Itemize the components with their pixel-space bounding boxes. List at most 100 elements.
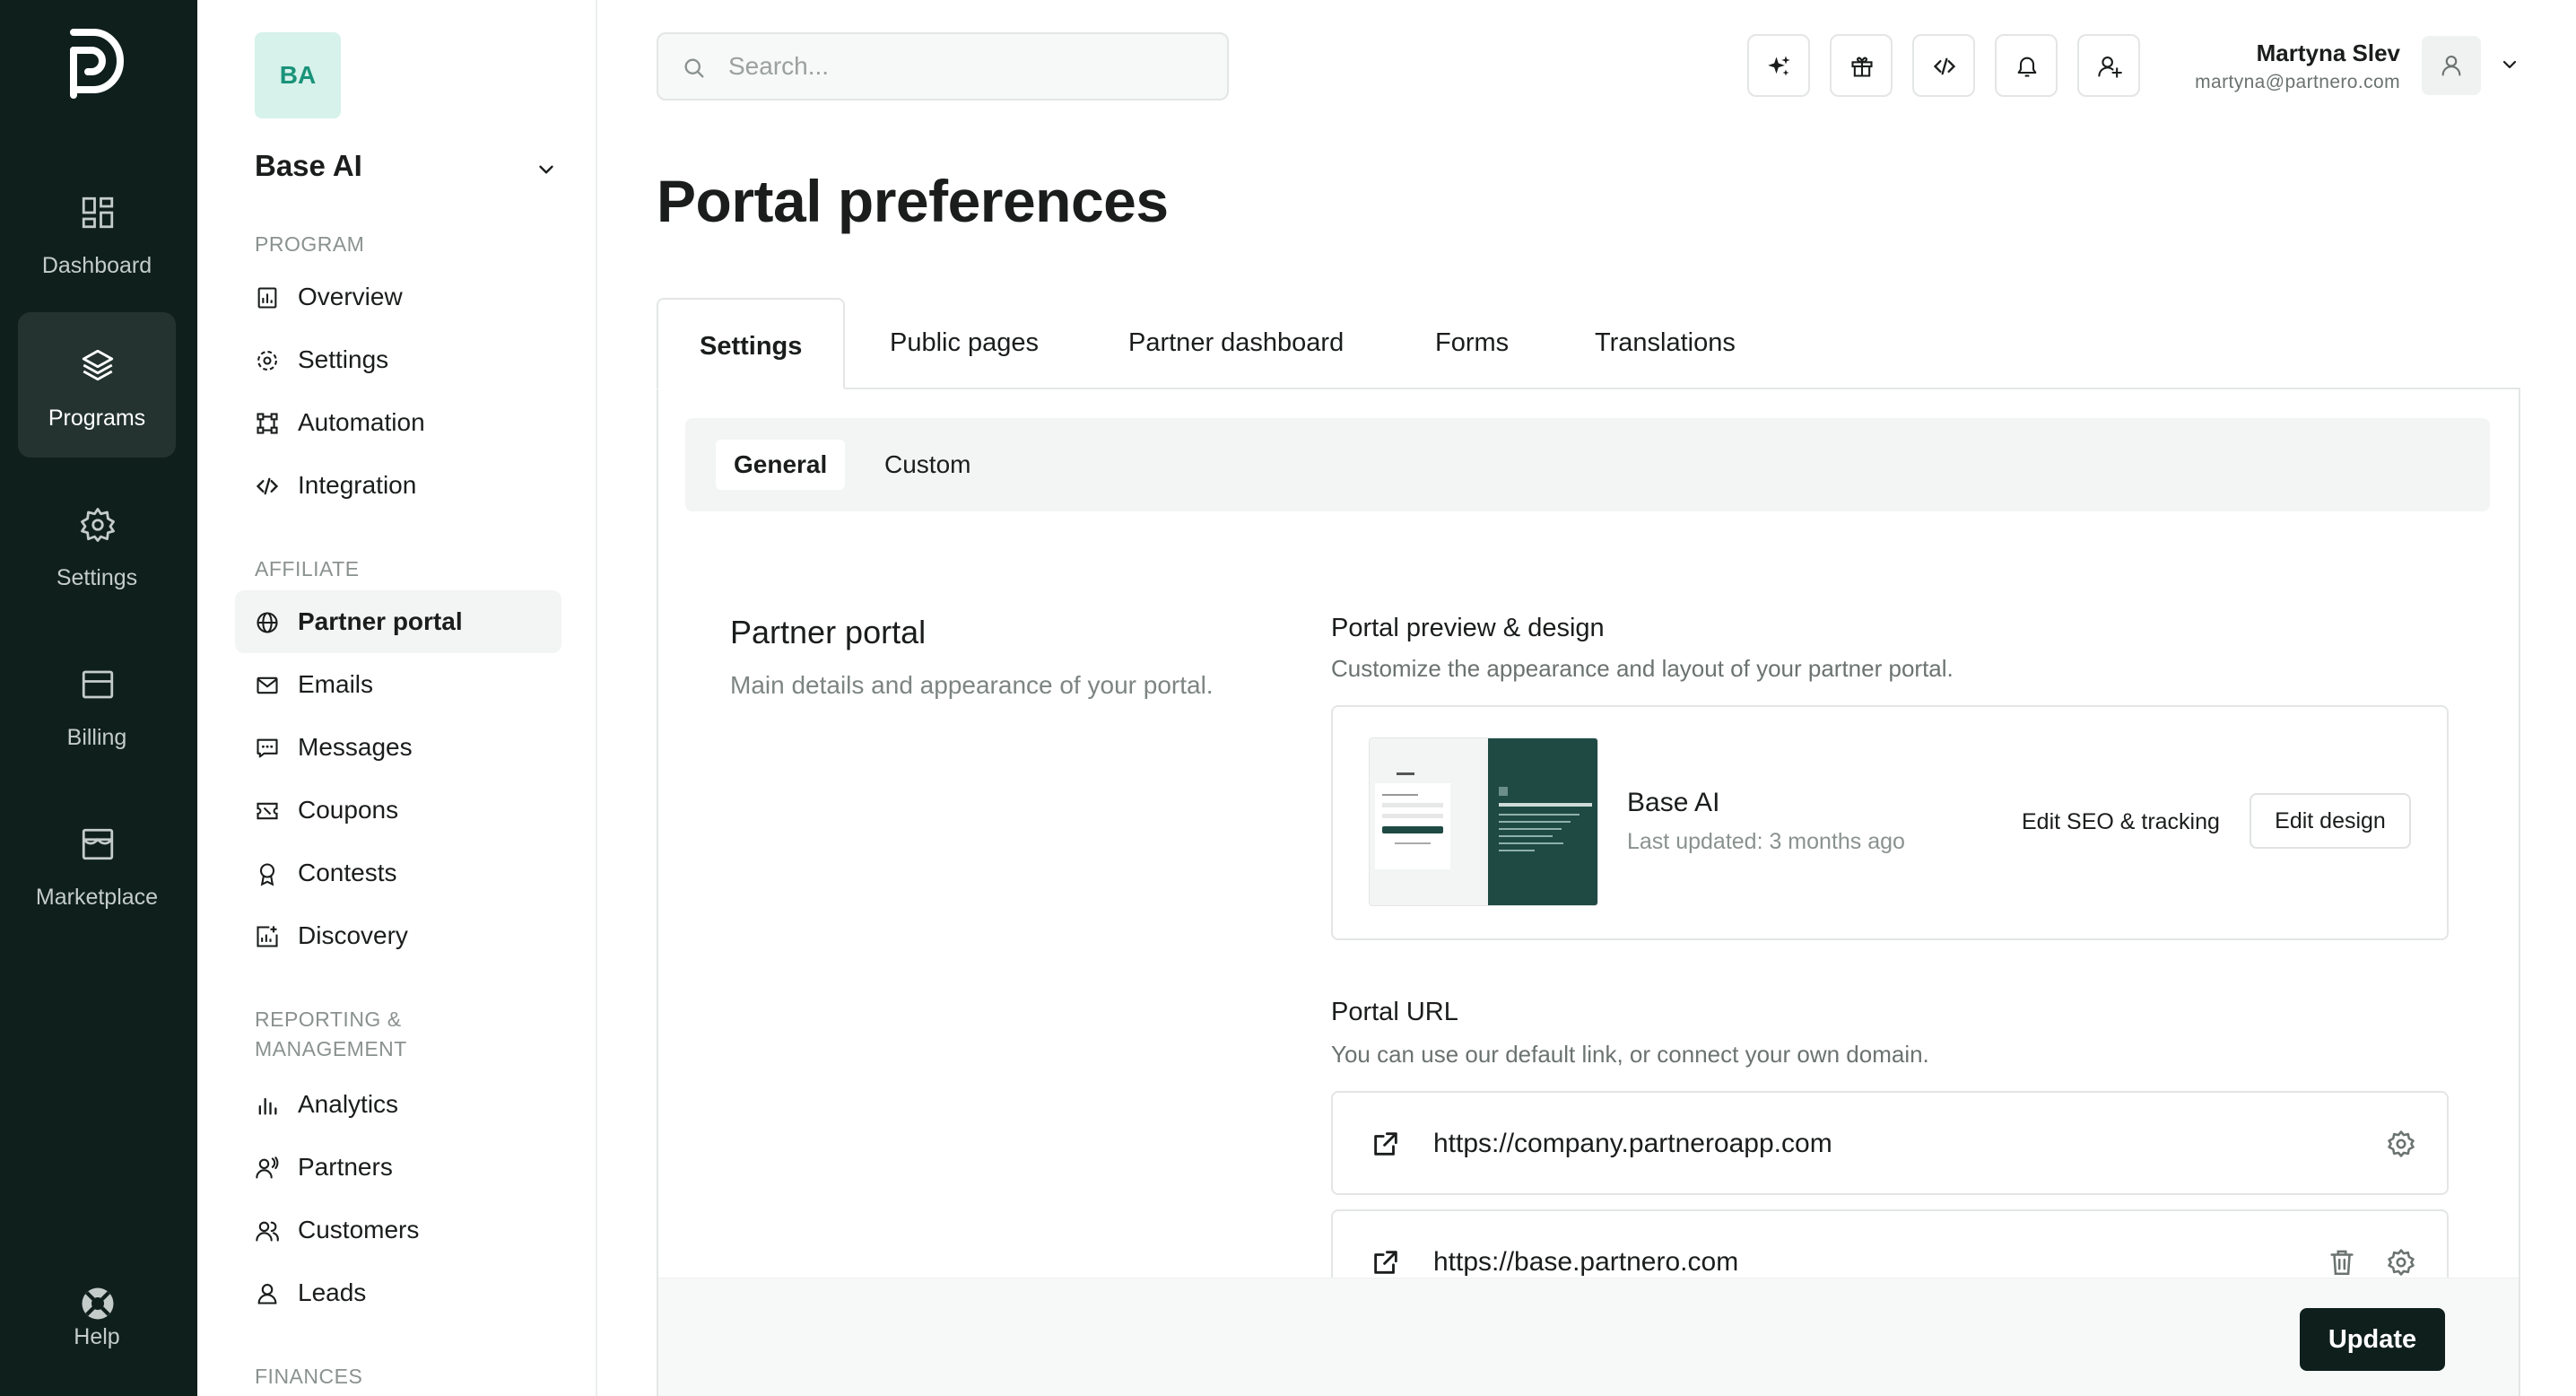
code-icon [255,474,280,499]
ai-assistant-button[interactable] [1747,34,1810,97]
sidebar-item-automation[interactable]: Automation [235,391,561,454]
tab-public-pages[interactable]: Public pages [849,298,1080,389]
sidebar-item-overview[interactable]: Overview [235,266,561,328]
rail-item-help[interactable]: Help [18,1251,176,1396]
portal-preview-thumbnail[interactable] [1369,737,1598,906]
app-rail: Dashboard Programs Settings Billing Mark… [0,0,197,1396]
subtab-custom[interactable]: Custom [866,440,988,490]
globe-icon [255,610,280,635]
tab-settings[interactable]: Settings [657,298,846,389]
gear-icon[interactable] [2386,1129,2416,1159]
search-input[interactable] [728,47,1195,86]
rail-item-label: Programs [48,406,146,431]
preview-description: Customize the appearance and layout of y… [1331,655,1954,682]
sparkles-icon [1768,56,1790,76]
rail-item-billing[interactable]: Billing [18,632,176,777]
search-box[interactable] [657,32,1229,100]
bell-icon [2017,57,2037,77]
award-icon [255,861,280,886]
subtab-general[interactable]: General [716,440,846,490]
rail-item-dashboard[interactable]: Dashboard [18,160,176,305]
rail-item-marketplace[interactable]: Marketplace [18,791,176,937]
page-title: Portal preferences [657,168,1169,234]
sidebar-item-emails[interactable]: Emails [235,653,561,716]
ticket-icon [255,798,280,824]
preview-title: Portal preview & design [1331,614,1605,642]
sidebar-item-label: Overview [298,283,403,310]
user-email: martyna@partnero.com [2195,72,2400,92]
developer-code-button[interactable] [1912,34,1975,97]
tab-translations[interactable]: Translations [1553,298,1777,389]
sidebar-item-coupons[interactable]: Coupons [235,779,561,842]
message-icon [255,736,280,761]
rail-item-programs[interactable]: Programs [18,312,176,458]
partnero-logo-icon[interactable] [66,27,131,100]
rail-item-label: Help [74,1324,120,1349]
sidebar-item-label: Messages [298,733,413,761]
edit-design-button[interactable]: Edit design [2250,793,2411,849]
rail-item-settings[interactable]: Settings [18,472,176,617]
section-heading-affiliate: AFFILIATE [255,557,360,580]
sidebar-item-contests[interactable]: Contests [235,842,561,904]
sidebar-item-partners[interactable]: Partners [235,1136,561,1199]
form-footer [658,1278,2519,1396]
program-avatar: BA [255,32,341,118]
layers-icon [79,346,117,384]
portal-url-text[interactable]: https://company.partneroapp.com [1433,1129,1832,1159]
rail-item-label: Settings [56,565,138,590]
sidebar-item-label: Coupons [298,796,399,824]
sidebar-item-leads[interactable]: Leads [235,1261,561,1324]
store-icon [79,825,117,863]
external-link-icon[interactable] [1371,1247,1401,1278]
sidebar-item-label: Settings [298,345,389,373]
section-description: Main details and appearance of your port… [730,671,1214,699]
section-heading-finances: FINANCES [255,1365,363,1388]
invite-user-button[interactable] [2077,34,2140,97]
gear-icon[interactable] [2386,1247,2416,1278]
sidebar-item-messages[interactable]: Messages [235,716,561,779]
portal-preview-card: Base AI Last updated: 3 months ago Edit … [1331,705,2449,940]
credit-card-icon [79,666,117,703]
chevron-down-icon[interactable] [2499,54,2520,75]
bar-chart-icon [255,1093,280,1118]
user-plus-icon [2098,57,2122,78]
preview-name: Base AI [1627,788,1720,817]
sidebar-item-label: Customers [298,1216,420,1243]
sidebar-item-label: Automation [298,408,425,436]
program-sidebar: BA Base AI PROGRAM Overview Settings Aut… [197,0,597,1396]
users-icon [255,1218,280,1243]
search-icon [682,56,707,81]
sidebar-item-label: Emails [298,670,374,698]
sidebar-item-analytics[interactable]: Analytics [235,1073,561,1136]
gift-icon [1851,57,1873,77]
update-button[interactable]: Update [2300,1308,2445,1371]
sidebar-item-label: Partners [298,1153,393,1181]
portal-url-description: You can use our default link, or connect… [1331,1041,1929,1068]
report-icon [255,285,280,310]
user-icon [255,1281,280,1306]
edit-seo-tracking-link[interactable]: Edit SEO & tracking [2022,809,2220,835]
external-link-icon[interactable] [1371,1129,1401,1159]
trash-icon[interactable] [2327,1247,2357,1278]
avatar[interactable] [2422,36,2481,95]
tab-partner-dashboard[interactable]: Partner dashboard [1087,298,1385,389]
program-name[interactable]: Base AI [255,149,362,183]
chart-discovery-icon [255,924,280,949]
section-title: Partner portal [730,614,927,650]
sidebar-item-settings[interactable]: Settings [235,328,561,391]
sidebar-item-partner-portal[interactable]: Partner portal [235,590,561,653]
notifications-button[interactable] [1995,34,2058,97]
gear-icon [255,348,280,373]
tab-forms[interactable]: Forms [1394,298,1550,389]
sidebar-item-integration[interactable]: Integration [235,454,561,517]
chevron-down-icon[interactable] [535,158,558,181]
rail-item-label: Marketplace [35,885,159,910]
automation-flow-icon [255,411,280,436]
sidebar-item-customers[interactable]: Customers [235,1199,561,1261]
portal-url-text[interactable]: https://base.partnero.com [1433,1247,1738,1278]
portal-url-title: Portal URL [1331,998,1458,1026]
subtab-bar: General Custom [685,418,2490,511]
gift-button[interactable] [1830,34,1893,97]
user-name[interactable]: Martyna Slev [2257,39,2400,67]
sidebar-item-discovery[interactable]: Discovery [235,904,561,967]
